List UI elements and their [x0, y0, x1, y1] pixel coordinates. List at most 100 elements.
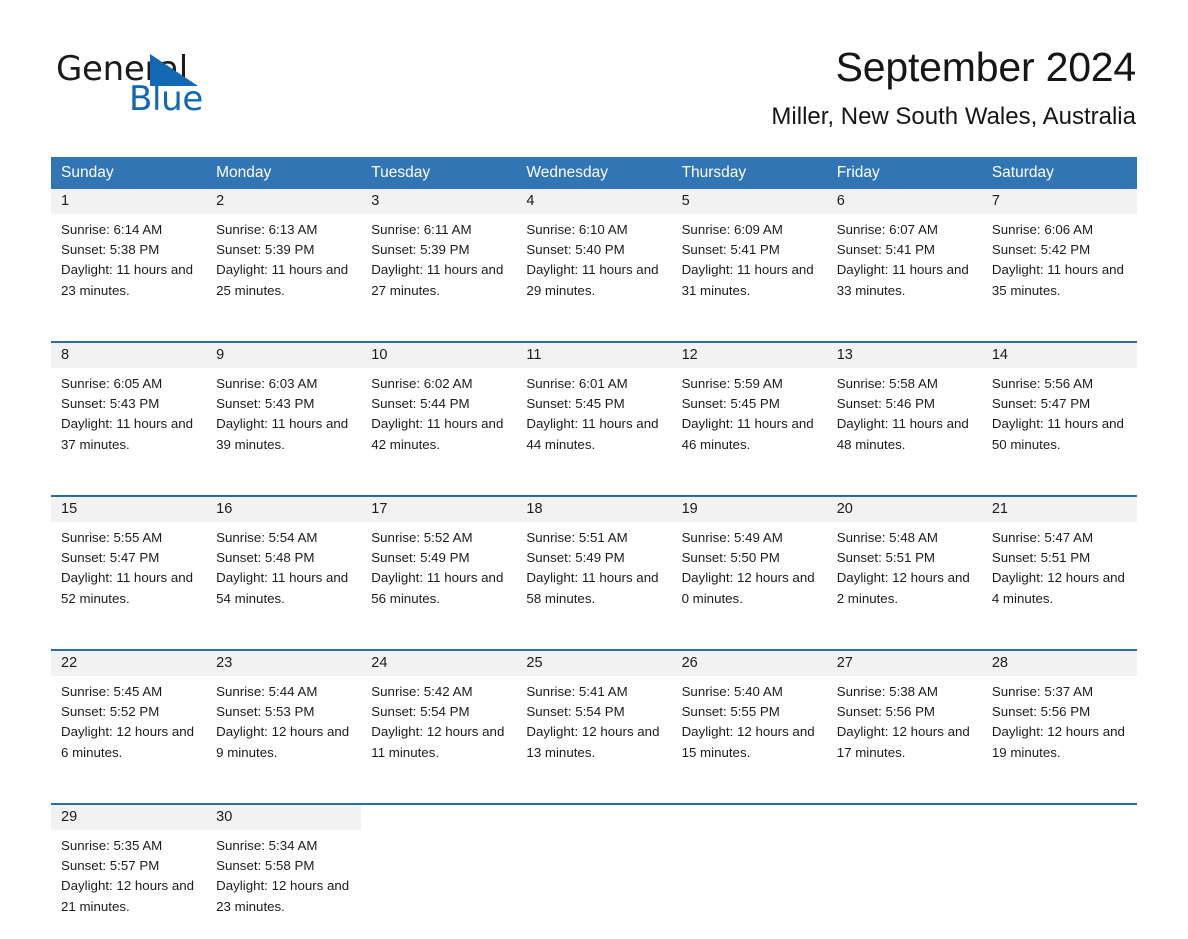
day-cell-empty	[826, 805, 982, 939]
sunrise-sunset-calendar-table: Sunday Monday Tuesday Wednesday Thursday…	[51, 157, 1137, 939]
day-number: 21	[991, 501, 1008, 518]
day-cell[interactable]: 2 Sunrise: 6:13 AM Sunset: 5:39 PM Daylight…	[206, 189, 362, 324]
day-number: 11	[526, 347, 542, 364]
day-number: 19	[681, 501, 698, 518]
column-header-friday: Friday	[826, 157, 982, 190]
sunrise-text: Sunrise: 5:52 AM	[371, 530, 473, 546]
day-number: 6	[836, 193, 845, 210]
sunset-text: Sunset: 5:40 PM	[526, 242, 625, 258]
sunrise-text: Sunrise: 5:47 AM	[991, 530, 1094, 546]
week-separator	[51, 785, 1137, 806]
sunset-text: Sunset: 5:57 PM	[61, 858, 160, 874]
daylight-text: Daylight: 12 hours and 11 minutes.	[371, 724, 505, 760]
day-number: 15	[61, 501, 78, 518]
sunrise-text: Sunrise: 6:03 AM	[216, 376, 318, 392]
logo-text-blue: Blue	[129, 79, 204, 119]
day-number: 3	[371, 193, 380, 210]
day-cell[interactable]: 20 Sunrise: 5:48 AM Sunset: 5:51 PM Dayligh…	[826, 497, 982, 632]
daylight-text: Daylight: 12 hours and 21 minutes.	[61, 878, 195, 914]
day-cell[interactable]: 21 Sunrise: 5:47 AM Sunset: 5:51 PM Dayligh…	[981, 497, 1137, 632]
day-cell[interactable]: 24 Sunrise: 5:42 AM Sunset: 5:54 PM Dayligh…	[361, 651, 517, 786]
day-cell[interactable]: 16 Sunrise: 5:54 AM Sunset: 5:48 PM Dayligh…	[206, 497, 362, 632]
day-number: 12	[681, 347, 698, 364]
sunset-text: Sunset: 5:49 PM	[526, 550, 625, 566]
day-cell[interactable]: 4 Sunrise: 6:10 AM Sunset: 5:40 PM Daylight…	[516, 189, 672, 324]
day-number: 30	[216, 809, 233, 826]
daylight-text: Daylight: 11 hours and 42 minutes.	[371, 416, 504, 452]
day-cell-empty	[361, 805, 517, 939]
day-number: 10	[371, 347, 388, 364]
day-cell[interactable]: 8 Sunrise: 6:05 AM Sunset: 5:43 PM Daylight…	[51, 343, 207, 478]
daylight-text: Daylight: 11 hours and 50 minutes.	[991, 416, 1124, 452]
sunrise-text: Sunrise: 6:02 AM	[371, 376, 473, 392]
sunset-text: Sunset: 5:56 PM	[991, 704, 1091, 720]
day-cell[interactable]: 17 Sunrise: 5:52 AM Sunset: 5:49 PM Dayligh…	[361, 497, 517, 632]
daylight-text: Daylight: 11 hours and 27 minutes.	[371, 262, 504, 298]
daylight-text: Daylight: 12 hours and 23 minutes.	[216, 878, 350, 914]
sunset-text: Sunset: 5:52 PM	[61, 704, 160, 720]
daylight-text: Daylight: 12 hours and 4 minutes.	[991, 570, 1125, 606]
day-cell[interactable]: 27 Sunrise: 5:38 AM Sunset: 5:56 PM Dayligh…	[826, 651, 982, 786]
day-cell[interactable]: 3 Sunrise: 6:11 AM Sunset: 5:39 PM Daylight…	[361, 189, 517, 324]
sunset-text: Sunset: 5:50 PM	[681, 550, 780, 566]
sunset-text: Sunset: 5:51 PM	[991, 550, 1091, 566]
calendar-week-row: 1 Sunrise: 6:14 AM Sunset: 5:38 PM Daylight…	[51, 189, 1137, 324]
sunset-text: Sunset: 5:41 PM	[681, 242, 780, 258]
day-cell[interactable]: 19 Sunrise: 5:49 AM Sunset: 5:50 PM Dayligh…	[671, 497, 827, 632]
day-cell[interactable]: 1 Sunrise: 6:14 AM Sunset: 5:38 PM Daylight…	[51, 189, 207, 324]
sunset-text: Sunset: 5:54 PM	[371, 704, 470, 720]
day-cell[interactable]: 13 Sunrise: 5:58 AM Sunset: 5:46 PM Dayligh…	[826, 343, 982, 478]
day-number: 17	[371, 501, 388, 518]
column-header-monday: Monday	[206, 157, 362, 190]
daylight-text: Daylight: 11 hours and 35 minutes.	[991, 262, 1124, 298]
day-cell[interactable]: 25 Sunrise: 5:41 AM Sunset: 5:54 PM Dayligh…	[516, 651, 672, 786]
day-cell[interactable]: 30 Sunrise: 5:34 AM Sunset: 5:58 PM Dayligh…	[206, 805, 362, 939]
daylight-text: Daylight: 12 hours and 13 minutes.	[526, 724, 660, 760]
day-cell[interactable]: 18 Sunrise: 5:51 AM Sunset: 5:49 PM Dayligh…	[516, 497, 672, 632]
general-blue-logo[interactable]: General Blue	[56, 52, 346, 124]
daylight-text: Daylight: 12 hours and 6 minutes.	[61, 724, 195, 760]
day-cell[interactable]: 26 Sunrise: 5:40 AM Sunset: 5:55 PM Dayligh…	[671, 651, 827, 786]
page-header: General Blue September 2024 Miller, New …	[0, 0, 1188, 155]
sunrise-text: Sunrise: 5:44 AM	[216, 684, 318, 700]
column-header-wednesday: Wednesday	[516, 157, 672, 190]
day-cell[interactable]: 22 Sunrise: 5:45 AM Sunset: 5:52 PM Dayligh…	[51, 651, 207, 786]
day-cell[interactable]: 29 Sunrise: 5:35 AM Sunset: 5:57 PM Dayligh…	[51, 805, 207, 939]
day-cell[interactable]: 6 Sunrise: 6:07 AM Sunset: 5:41 PM Daylight…	[826, 189, 982, 324]
week-separator	[51, 631, 1137, 652]
sunset-text: Sunset: 5:38 PM	[61, 242, 160, 258]
daylight-text: Daylight: 11 hours and 39 minutes.	[216, 416, 349, 452]
day-number: 8	[61, 347, 70, 364]
day-number: 26	[681, 655, 698, 672]
daylight-text: Daylight: 12 hours and 19 minutes.	[991, 724, 1125, 760]
location-subtitle: Miller, New South Wales, Australia	[771, 103, 1136, 131]
week-separator	[51, 323, 1137, 344]
daylight-text: Daylight: 11 hours and 44 minutes.	[526, 416, 659, 452]
sunrise-text: Sunrise: 5:37 AM	[991, 684, 1094, 700]
day-cell[interactable]: 23 Sunrise: 5:44 AM Sunset: 5:53 PM Dayligh…	[206, 651, 362, 786]
sunrise-text: Sunrise: 6:13 AM	[216, 222, 318, 238]
day-cell[interactable]: 28 Sunrise: 5:37 AM Sunset: 5:56 PM Dayligh…	[981, 651, 1137, 786]
daylight-text: Daylight: 11 hours and 25 minutes.	[216, 262, 349, 298]
day-number: 22	[61, 655, 78, 672]
day-cell[interactable]: 14 Sunrise: 5:56 AM Sunset: 5:47 PM Dayligh…	[981, 343, 1137, 478]
day-cell[interactable]: 9 Sunrise: 6:03 AM Sunset: 5:43 PM Daylight…	[206, 343, 362, 478]
sunset-text: Sunset: 5:54 PM	[526, 704, 625, 720]
day-cell[interactable]: 10 Sunrise: 6:02 AM Sunset: 5:44 PM Dayligh…	[361, 343, 517, 478]
sunrise-text: Sunrise: 5:34 AM	[216, 838, 318, 854]
sunrise-text: Sunrise: 5:38 AM	[836, 684, 938, 700]
sunset-text: Sunset: 5:44 PM	[371, 396, 470, 412]
day-number: 5	[681, 193, 690, 210]
day-cell[interactable]: 12 Sunrise: 5:59 AM Sunset: 5:45 PM Dayligh…	[671, 343, 827, 478]
day-number: 27	[836, 655, 853, 672]
day-cell[interactable]: 7 Sunrise: 6:06 AM Sunset: 5:42 PM Daylight…	[981, 189, 1137, 324]
day-cell[interactable]: 11 Sunrise: 6:01 AM Sunset: 5:45 PM Dayligh…	[516, 343, 672, 478]
sunrise-text: Sunrise: 5:58 AM	[836, 376, 938, 392]
sunset-text: Sunset: 5:45 PM	[681, 396, 780, 412]
day-cell[interactable]: 5 Sunrise: 6:09 AM Sunset: 5:41 PM Daylight…	[671, 189, 827, 324]
daylight-text: Daylight: 11 hours and 29 minutes.	[526, 262, 659, 298]
sunrise-text: Sunrise: 5:48 AM	[836, 530, 938, 546]
calendar-week-row: 8 Sunrise: 6:05 AM Sunset: 5:43 PM Daylight…	[51, 343, 1137, 478]
calendar-week-row: 22 Sunrise: 5:45 AM Sunset: 5:52 PM Dayligh…	[51, 651, 1137, 786]
day-cell[interactable]: 15 Sunrise: 5:55 AM Sunset: 5:47 PM Dayligh…	[51, 497, 207, 632]
